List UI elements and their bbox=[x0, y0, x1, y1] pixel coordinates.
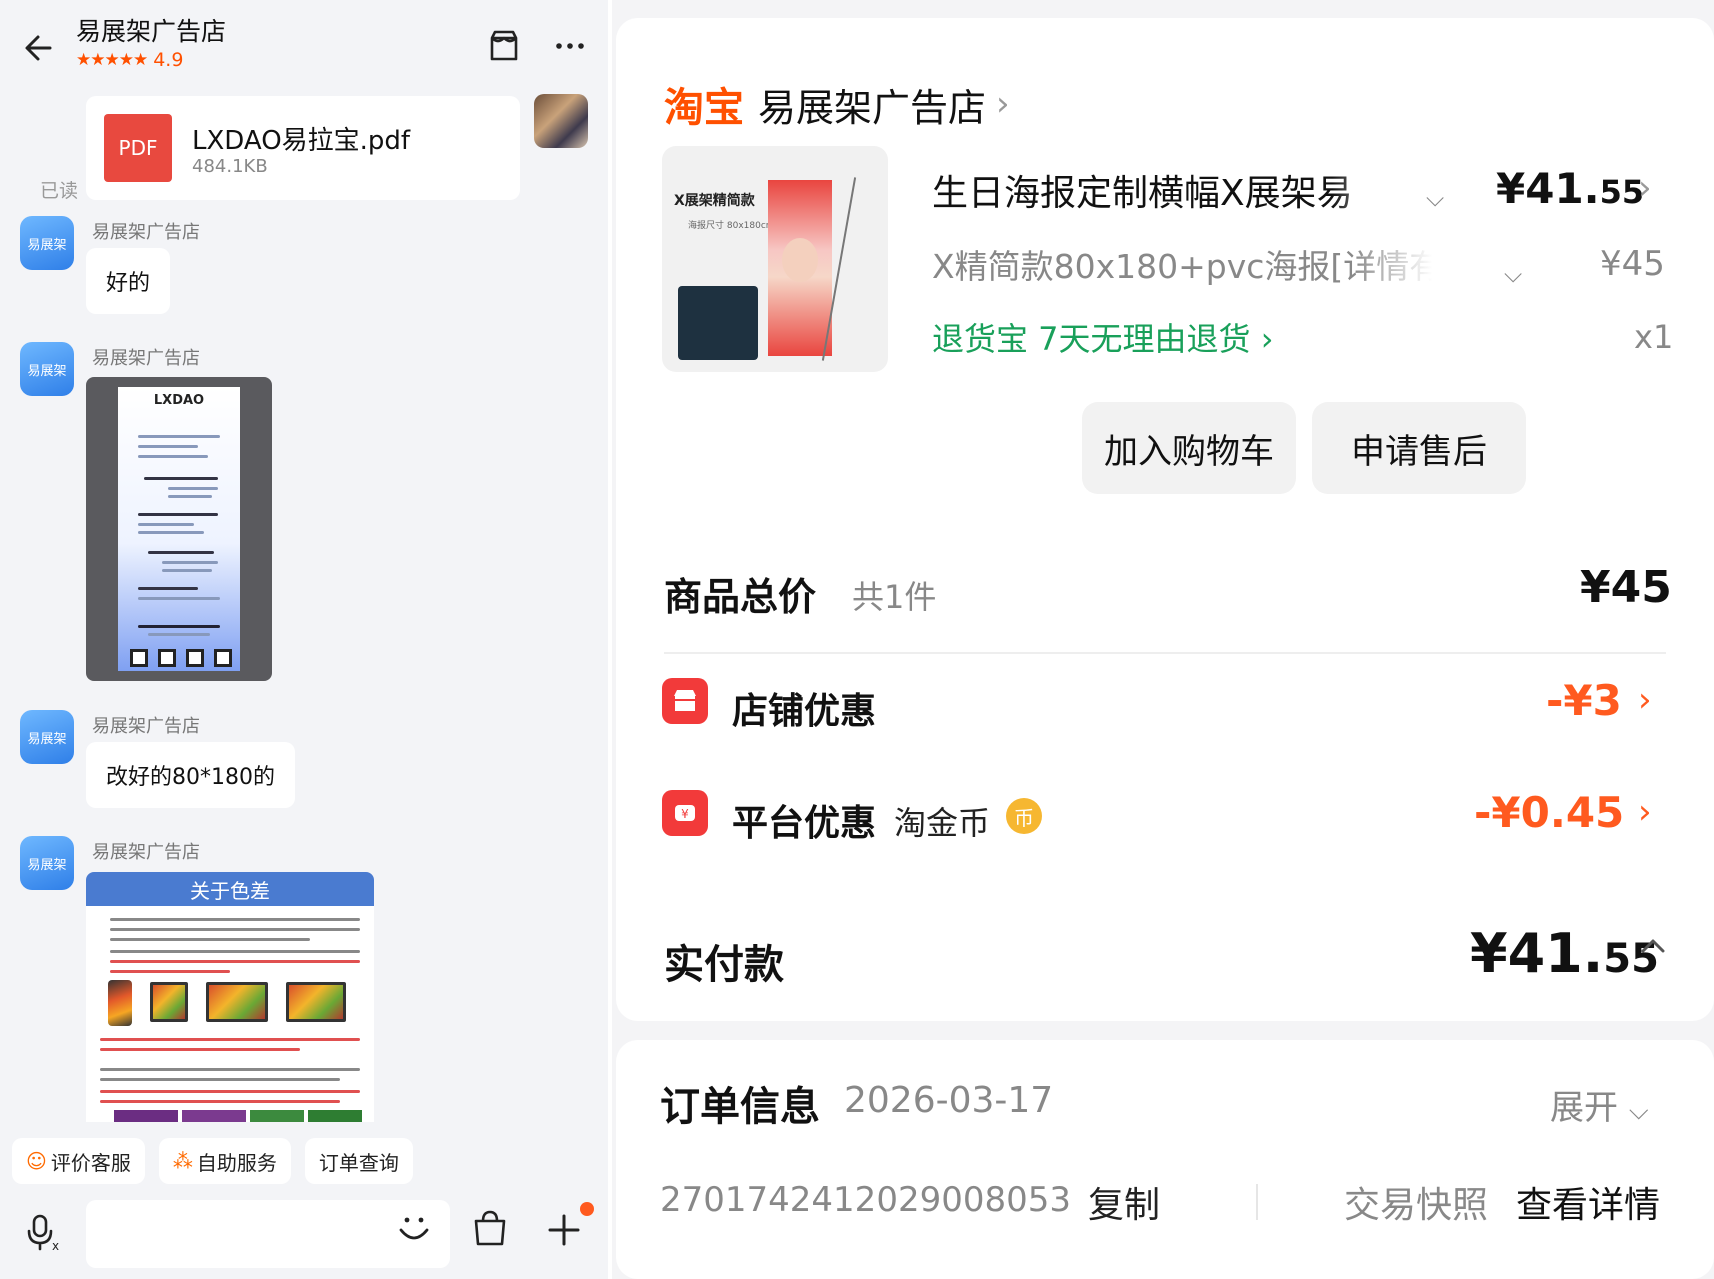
chevron-right-icon[interactable]: › bbox=[1638, 792, 1652, 832]
product-paid-price[interactable]: ¥41.55 bbox=[1496, 164, 1644, 213]
view-detail-button[interactable]: 查看详情 bbox=[1516, 1176, 1660, 1228]
notification-dot bbox=[580, 1202, 594, 1216]
platform-discount-value[interactable]: -¥0.45 bbox=[1474, 788, 1624, 837]
message-bubble[interactable]: 好的 bbox=[86, 248, 171, 314]
star-rating-icon: ★★★★★ bbox=[76, 50, 148, 70]
total-price-label: 商品总价 bbox=[664, 575, 817, 619]
chevron-down-icon[interactable]: ⌵ bbox=[1504, 260, 1522, 288]
order-date: 2026-03-17 bbox=[844, 1080, 1054, 1121]
shop-avatar[interactable]: 易展架 bbox=[20, 836, 74, 890]
sender-name: 易展架广告店 bbox=[92, 842, 200, 863]
chevron-up-icon[interactable] bbox=[1638, 930, 1668, 970]
order-shop-name: 易展架广告店 bbox=[758, 85, 987, 130]
product-quantity: x1 bbox=[1634, 318, 1674, 356]
taojinbi-label: 淘金币 bbox=[894, 804, 991, 842]
chat-panel: 易展架广告店 ★★★★★ 4.9 PDF LXDAO易拉宝.pdf 484.1K… bbox=[0, 0, 608, 1279]
rate-service-button[interactable]: ☺ 评价客服 bbox=[12, 1138, 145, 1184]
shop-avatar[interactable]: 易展架 bbox=[20, 342, 74, 396]
color-notice-title: 关于色差 bbox=[86, 872, 374, 906]
voice-icon[interactable]: x bbox=[24, 1212, 66, 1254]
sender-name: 易展架广告店 bbox=[92, 716, 200, 737]
store-discount-icon bbox=[662, 678, 708, 724]
file-size: 484.1KB bbox=[192, 156, 268, 177]
store-discount-label: 店铺优惠 bbox=[732, 691, 877, 732]
image-message-poster[interactable]: LXDAO bbox=[86, 377, 272, 681]
grid-icon: ⁂ bbox=[172, 1149, 193, 1173]
quick-actions: ☺ 评价客服 ⁂ 自助服务 订单查询 bbox=[12, 1138, 413, 1184]
paid-amount-value: ¥41.55 bbox=[1470, 922, 1659, 985]
poster-logo: LXDAO bbox=[153, 393, 205, 408]
chevron-right-icon[interactable]: › bbox=[1638, 680, 1652, 720]
chevron-right-icon: › bbox=[996, 84, 1010, 124]
coin-icon: 币 bbox=[1006, 798, 1042, 834]
return-policy-link[interactable]: 退货宝 7天无理由退货 › bbox=[932, 314, 1274, 360]
sender-name: 易展架广告店 bbox=[92, 222, 200, 243]
user-avatar[interactable] bbox=[534, 94, 588, 148]
chat-header: 易展架广告店 ★★★★★ 4.9 bbox=[0, 0, 608, 92]
chat-input-bar: x bbox=[0, 1192, 608, 1279]
add-to-cart-button[interactable]: 加入购物车 bbox=[1082, 402, 1296, 494]
svg-text:¥: ¥ bbox=[681, 807, 689, 821]
copy-button[interactable]: 复制 bbox=[1088, 1176, 1160, 1228]
shop-rating: ★★★★★ 4.9 bbox=[76, 48, 183, 72]
total-price-value: ¥45 bbox=[1580, 562, 1672, 613]
taobao-logo: 淘宝 bbox=[664, 85, 744, 131]
self-service-button[interactable]: ⁂ 自助服务 bbox=[158, 1138, 291, 1184]
divider bbox=[664, 652, 1666, 654]
shop-avatar[interactable]: 易展架 bbox=[20, 216, 74, 270]
file-name: LXDAO易拉宝.pdf bbox=[192, 126, 411, 156]
product-image-title: X展架精简款 bbox=[674, 193, 755, 209]
pdf-icon: PDF bbox=[104, 114, 172, 182]
expand-button[interactable]: 展开 ⌵ bbox=[1550, 1080, 1649, 1129]
store-discount-value[interactable]: -¥3 bbox=[1546, 676, 1622, 725]
divider bbox=[1256, 1184, 1258, 1220]
store-icon[interactable] bbox=[486, 28, 522, 64]
shopping-bag-icon[interactable] bbox=[470, 1208, 510, 1248]
platform-discount-label: 平台优惠 bbox=[732, 803, 877, 844]
svg-text:x: x bbox=[52, 1239, 59, 1253]
platform-discount-icon: ¥ bbox=[662, 790, 708, 836]
chevron-down-icon: ⌵ bbox=[1628, 1096, 1649, 1126]
back-arrow-icon[interactable] bbox=[20, 28, 60, 68]
product-image[interactable]: X展架精简款 海报尺寸 80x180cm bbox=[662, 146, 888, 372]
poster-page: LXDAO bbox=[118, 387, 240, 671]
product-image-sub: 海报尺寸 80x180cm bbox=[688, 221, 775, 231]
shop-avatar[interactable]: 易展架 bbox=[20, 710, 74, 764]
emoji-icon[interactable] bbox=[396, 1210, 432, 1246]
order-info-title: 订单信息 bbox=[660, 1084, 820, 1130]
pdf-file-message[interactable]: PDF LXDAO易拉宝.pdf 484.1KB bbox=[86, 96, 520, 200]
order-number: 2701742412029008053 bbox=[660, 1180, 1072, 1220]
more-icon[interactable] bbox=[552, 28, 588, 64]
order-card: 淘宝 易展架广告店 › X展架精简款 海报尺寸 80x180cm 生日海报定制横… bbox=[616, 18, 1714, 1021]
sender-name: 易展架广告店 bbox=[92, 348, 200, 369]
trade-snapshot-button[interactable]: 交易快照 bbox=[1344, 1176, 1488, 1228]
paid-amount-label: 实付款 bbox=[664, 942, 784, 988]
item-count: 共1件 bbox=[852, 578, 937, 616]
product-original-price: ¥45 bbox=[1600, 244, 1665, 284]
image-message-color-notice[interactable]: 关于色差 bbox=[86, 872, 374, 1122]
read-status: 已读 bbox=[40, 180, 79, 202]
order-shop-row[interactable]: 淘宝 易展架广告店 › bbox=[664, 76, 1010, 132]
order-query-button[interactable]: 订单查询 bbox=[304, 1138, 413, 1184]
order-panel: 淘宝 易展架广告店 › X展架精简款 海报尺寸 80x180cm 生日海报定制横… bbox=[612, 0, 1714, 1279]
smiley-icon: ☺ bbox=[26, 1149, 47, 1173]
message-bubble[interactable]: 改好的80*180的 bbox=[86, 742, 295, 808]
chat-shop-name[interactable]: 易展架广告店 bbox=[76, 12, 226, 48]
chevron-down-icon[interactable]: ⌵ bbox=[1426, 184, 1444, 212]
rating-value: 4.9 bbox=[153, 49, 184, 71]
chevron-right-icon[interactable]: › bbox=[1638, 168, 1652, 208]
plus-icon[interactable] bbox=[544, 1210, 584, 1250]
after-sales-button[interactable]: 申请售后 bbox=[1312, 402, 1526, 494]
